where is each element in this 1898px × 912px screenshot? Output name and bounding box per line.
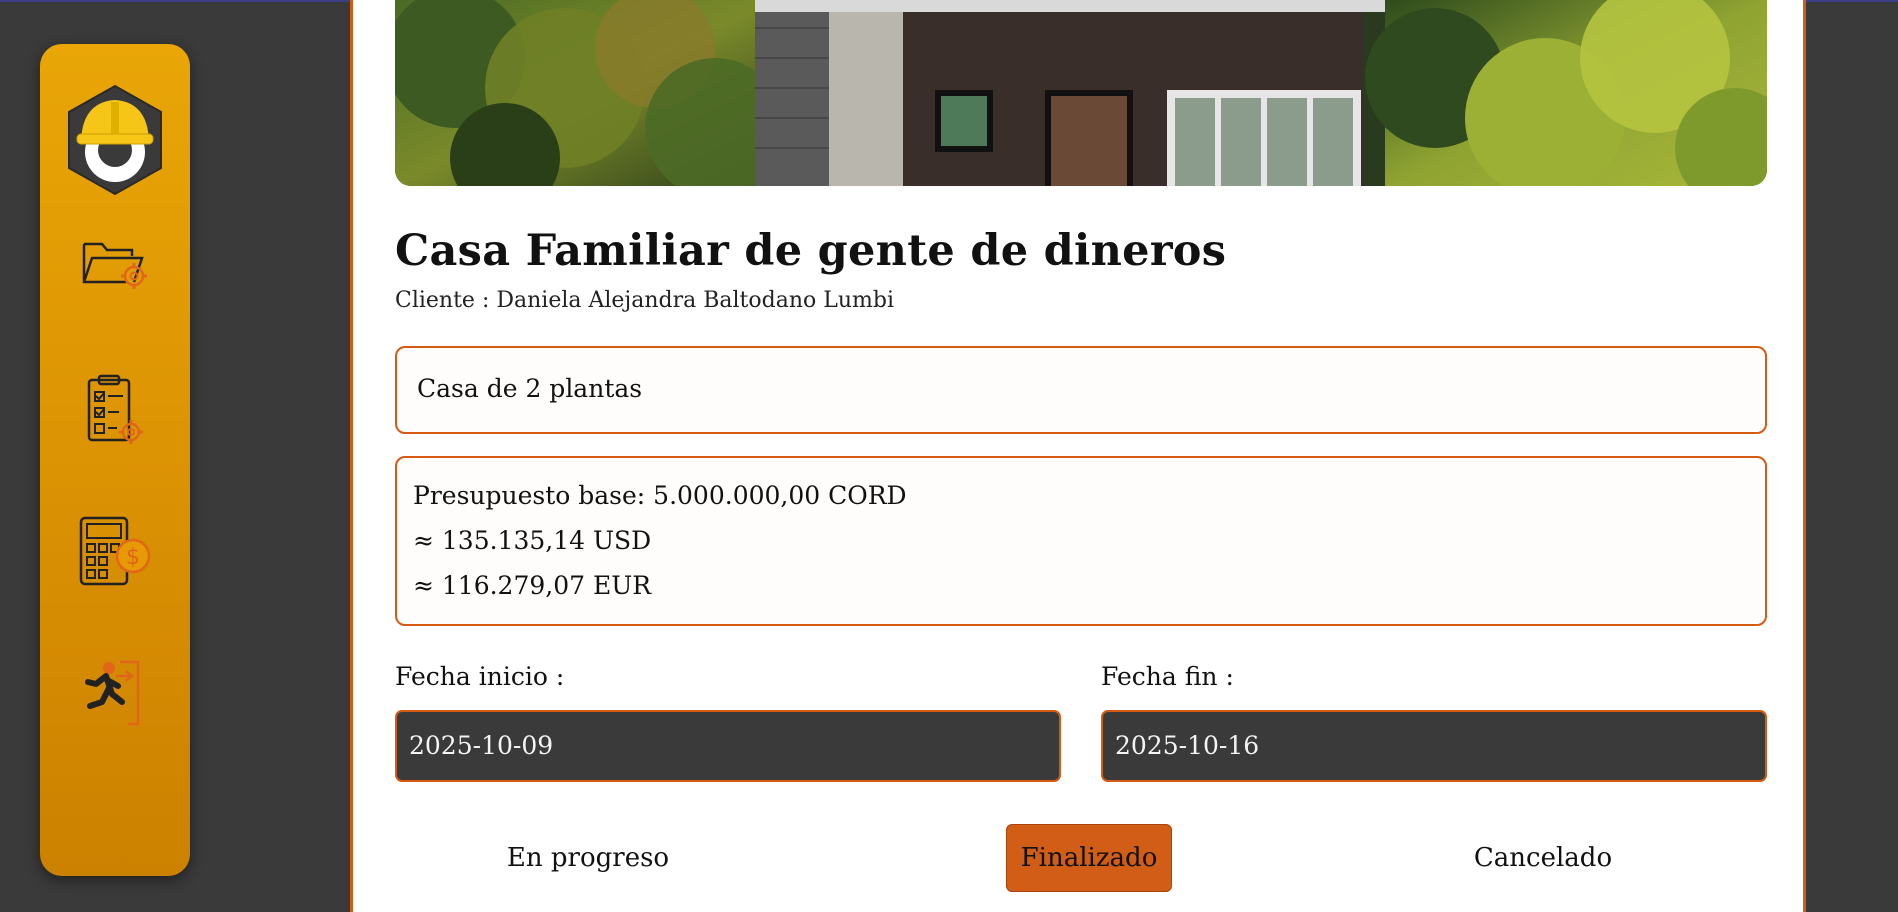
- end-date-field[interactable]: 2025-10-16: [1101, 710, 1767, 782]
- end-date-label: Fecha fin :: [1101, 662, 1234, 691]
- project-title: Casa Familiar de gente de dineros: [395, 226, 1227, 276]
- house-photo: [395, 0, 1767, 186]
- project-description-box: Casa de 2 plantas: [395, 346, 1767, 434]
- sidebar-item-tasks[interactable]: [40, 372, 190, 448]
- sidebar: $: [40, 44, 190, 876]
- calculator-money-icon: $: [79, 516, 151, 586]
- exit-runner-icon: [85, 660, 140, 726]
- project-detail-card: Casa Familiar de gente de dineros Client…: [350, 0, 1806, 912]
- svg-text:$: $: [126, 545, 140, 570]
- project-description: Casa de 2 plantas: [417, 374, 643, 403]
- project-banner-image: [395, 0, 1767, 186]
- client-name: Cliente : Daniela Alejandra Baltodano Lu…: [395, 288, 895, 313]
- start-date-field[interactable]: 2025-10-09: [395, 710, 1061, 782]
- status-in-progress-button[interactable]: En progreso: [503, 824, 673, 892]
- sidebar-item-budget[interactable]: $: [40, 514, 190, 590]
- budget-eur: ≈ 116.279,07 EUR: [413, 571, 652, 600]
- start-date-label: Fecha inicio :: [395, 662, 565, 691]
- budget-box: Presupuesto base: 5.000.000,00 CORD ≈ 13…: [395, 456, 1767, 626]
- sidebar-item-logout[interactable]: [40, 654, 190, 730]
- status-cancelled-button[interactable]: Cancelado: [1463, 824, 1623, 892]
- status-finished-button[interactable]: Finalizado: [1006, 824, 1172, 892]
- sidebar-item-projects[interactable]: [40, 232, 190, 292]
- app-logo[interactable]: [40, 84, 190, 196]
- helmet-logo-icon: [68, 84, 162, 196]
- budget-base: Presupuesto base: 5.000.000,00 CORD: [413, 481, 907, 510]
- folder-settings-icon: [82, 242, 147, 289]
- clipboard-settings-icon: [87, 374, 143, 444]
- budget-usd: ≈ 135.135,14 USD: [413, 526, 652, 555]
